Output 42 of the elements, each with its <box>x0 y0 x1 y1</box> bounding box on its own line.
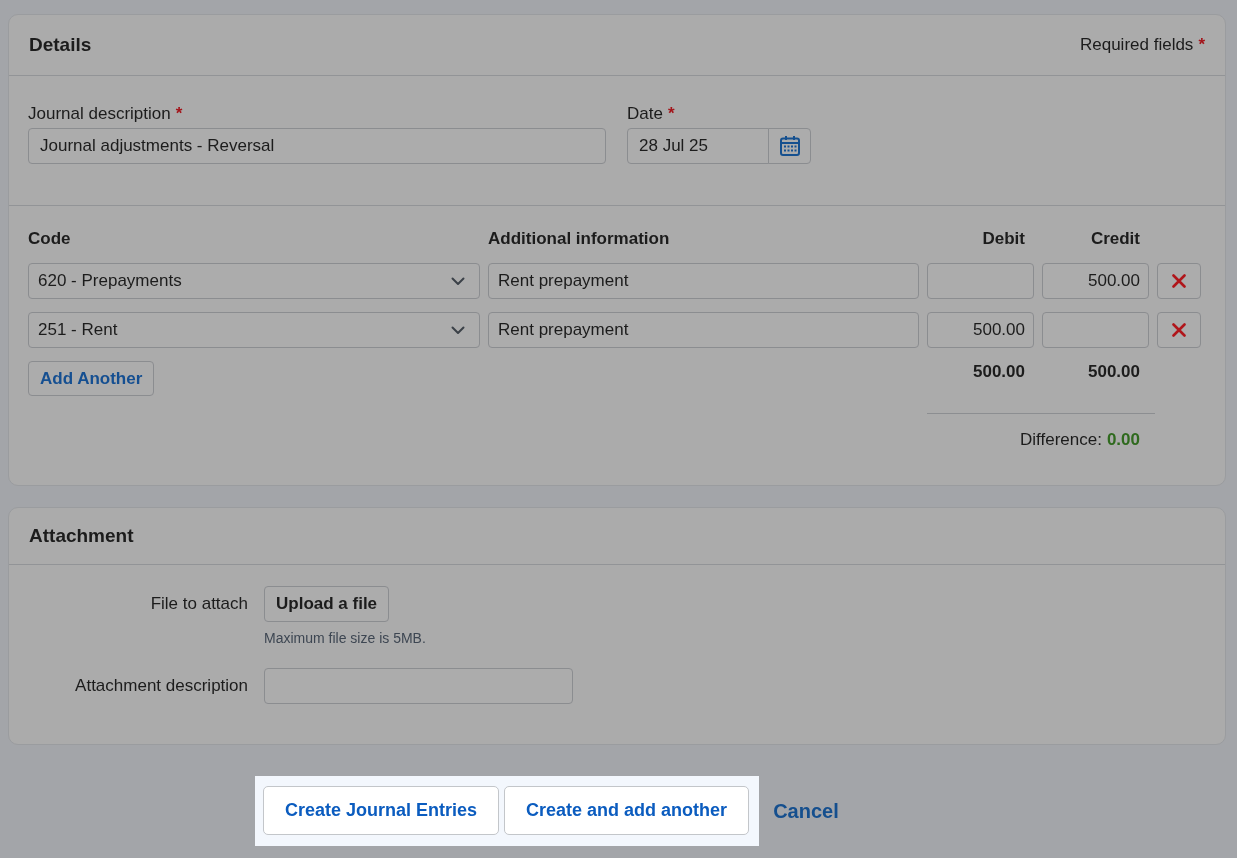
calendar-icon <box>778 135 801 157</box>
delete-button[interactable] <box>1157 263 1201 299</box>
column-header: Code <box>28 229 72 249</box>
account-dropdown[interactable]: 251 - Rent <box>28 312 480 348</box>
delete-button[interactable] <box>1157 312 1201 348</box>
upload-button[interactable]: Upload a file <box>264 586 390 622</box>
required-fields-note: Required fields <box>1079 35 1194 55</box>
account-dropdown[interactable]: 620 - Prepayments <box>28 263 480 299</box>
attachment-description-field[interactable] <box>264 668 573 704</box>
column-header: Debit <box>981 229 1026 249</box>
credit-field[interactable]: 500.00 <box>1042 263 1149 299</box>
field-label: File to attach <box>150 594 248 614</box>
difference-label: Difference: <box>1020 430 1102 450</box>
field-label: Attachment description <box>75 676 248 696</box>
credit-field[interactable] <box>1042 312 1149 348</box>
cross-icon <box>1172 274 1186 288</box>
cross-icon <box>1172 323 1186 337</box>
calendar-button[interactable] <box>768 128 811 164</box>
debit-field[interactable] <box>927 263 1034 299</box>
description-field[interactable]: Rent prepayment <box>488 312 919 348</box>
create-button[interactable]: Create Journal Entries <box>263 786 500 835</box>
total-amount: 500.00 <box>1087 362 1141 382</box>
debit-field[interactable]: 500.00 <box>927 312 1034 348</box>
chevron-icon <box>451 325 465 335</box>
field-label: Journal description <box>28 104 171 124</box>
description-field[interactable]: Rent prepayment <box>488 263 919 299</box>
required-marker: * <box>1198 35 1205 55</box>
section-heading: Attachment <box>29 525 134 547</box>
column-header: Additional information <box>488 229 671 249</box>
field-label: Date <box>627 104 663 124</box>
required-marker: * <box>175 104 183 124</box>
required-marker: * <box>667 104 675 124</box>
difference-value: 0.00 <box>1106 430 1140 450</box>
add-another-button[interactable]: Add Another <box>28 361 155 396</box>
file-size-hint: Maximum file size is 5MB. <box>264 630 426 646</box>
description-field[interactable]: Journal adjustments - Reversal <box>28 128 606 164</box>
column-header: Credit <box>1089 229 1141 249</box>
create-and-add-another-button[interactable]: Create and add another <box>504 786 750 835</box>
chevron-icon <box>451 276 465 286</box>
total-amount: 500.00 <box>972 362 1026 382</box>
date-field[interactable]: 28 Jul 25 <box>627 128 769 164</box>
section-heading: Details <box>29 34 92 56</box>
